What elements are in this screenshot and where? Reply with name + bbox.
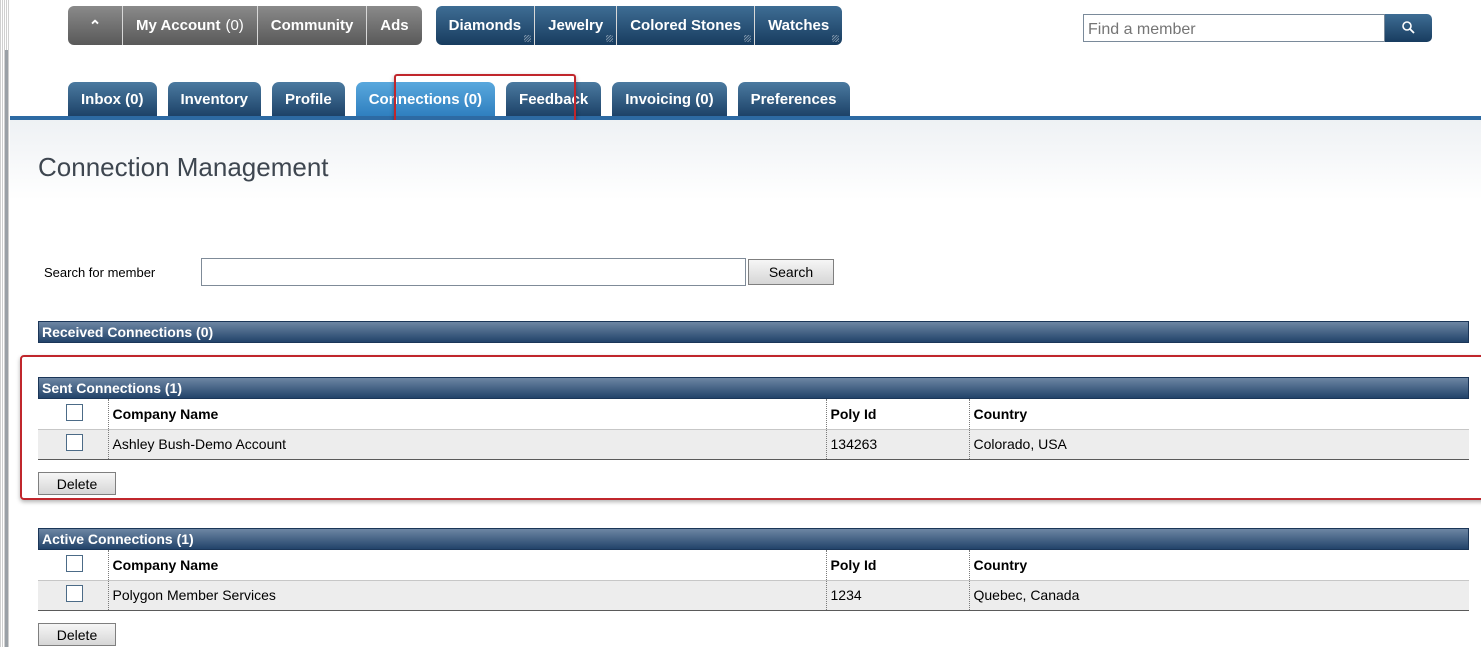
company-name-cell: Polygon Member Services [107, 579, 826, 611]
dropdown-grip-icon [524, 35, 532, 42]
table-row[interactable]: Polygon Member Services 1234 Quebec, Can… [38, 579, 1469, 611]
poly-id-cell: 1234 [825, 579, 969, 611]
select-all-checkbox[interactable] [66, 554, 83, 572]
country-cell: Quebec, Canada [968, 579, 1469, 611]
row-select-cell [38, 428, 108, 460]
nav-colored-stones-label: Colored Stones [630, 17, 742, 34]
column-header-poly-id: Poly Id [825, 399, 969, 430]
nav-ads[interactable]: Ads [367, 6, 422, 45]
sent-connections-header: Sent Connections (1) [38, 377, 1469, 399]
nav-my-account-count: (0) [225, 17, 244, 34]
row-checkbox[interactable] [66, 585, 83, 602]
find-member-input[interactable] [1083, 14, 1385, 42]
member-search-input[interactable] [201, 258, 746, 286]
row-checkbox[interactable] [66, 434, 83, 451]
nav-diamonds-label: Diamonds [448, 17, 522, 34]
top-navigation: ⌃ My Account (0) Community Ads Diamonds … [68, 6, 843, 45]
nav-watches-label: Watches [768, 17, 830, 34]
poly-id-cell: 134263 [825, 428, 969, 460]
column-header-poly-id: Poly Id [825, 550, 969, 581]
tab-invoicing[interactable]: Invoicing (0) [612, 82, 727, 116]
home-tab[interactable]: ⌃ [68, 6, 123, 45]
find-member-search-button[interactable] [1385, 14, 1432, 42]
dropdown-grip-icon [744, 35, 752, 42]
tab-preferences[interactable]: Preferences [737, 82, 850, 116]
select-all-cell [38, 399, 108, 430]
dropdown-grip-icon [606, 35, 614, 42]
nav-community[interactable]: Community [257, 6, 368, 45]
active-connections-header: Active Connections (1) [38, 528, 1469, 550]
country-cell: Colorado, USA [968, 428, 1469, 460]
nav-my-account-label: My Account [136, 17, 221, 34]
column-header-country: Country [968, 399, 1469, 430]
active-connections-table: Company Name Poly Id Country Polygon Mem… [38, 550, 1469, 611]
column-header-country: Country [968, 550, 1469, 581]
nav-ads-label: Ads [380, 17, 409, 34]
nav-jewelry[interactable]: Jewelry [535, 6, 618, 45]
active-delete-button[interactable]: Delete [38, 623, 116, 646]
column-header-company: Company Name [107, 399, 826, 430]
search-icon [1401, 21, 1415, 34]
row-select-cell [38, 579, 108, 611]
tab-inbox[interactable]: Inbox (0) [68, 82, 157, 116]
sent-delete-button[interactable]: Delete [38, 472, 116, 495]
table-header-row: Company Name Poly Id Country [38, 399, 1469, 430]
tab-profile[interactable]: Profile [272, 82, 345, 116]
member-search-label: Search for member [44, 265, 156, 280]
company-name-cell: Ashley Bush-Demo Account [107, 428, 826, 460]
page-title: Connection Management [38, 152, 329, 182]
nav-colored-stones[interactable]: Colored Stones [617, 6, 756, 45]
nav-diamonds[interactable]: Diamonds [435, 6, 536, 45]
member-search-button[interactable]: Search [748, 259, 834, 285]
nav-community-label: Community [270, 17, 354, 34]
dropdown-grip-icon [832, 35, 840, 42]
select-all-checkbox[interactable] [66, 403, 83, 421]
tab-inventory[interactable]: Inventory [167, 82, 262, 116]
received-connections-header: Received Connections (0) [38, 321, 1469, 343]
sent-connections-table: Company Name Poly Id Country Ashley Bush… [38, 399, 1469, 460]
select-all-cell [38, 550, 108, 581]
nav-my-account[interactable]: My Account (0) [123, 6, 258, 45]
nav-watches[interactable]: Watches [755, 6, 843, 45]
nav-jewelry-label: Jewelry [548, 17, 604, 34]
column-header-company: Company Name [107, 550, 826, 581]
left-border-decoration [0, 0, 10, 647]
home-icon: ⌃ [88, 17, 102, 35]
table-header-row: Company Name Poly Id Country [38, 550, 1469, 581]
table-row[interactable]: Ashley Bush-Demo Account 134263 Colorado… [38, 428, 1469, 460]
